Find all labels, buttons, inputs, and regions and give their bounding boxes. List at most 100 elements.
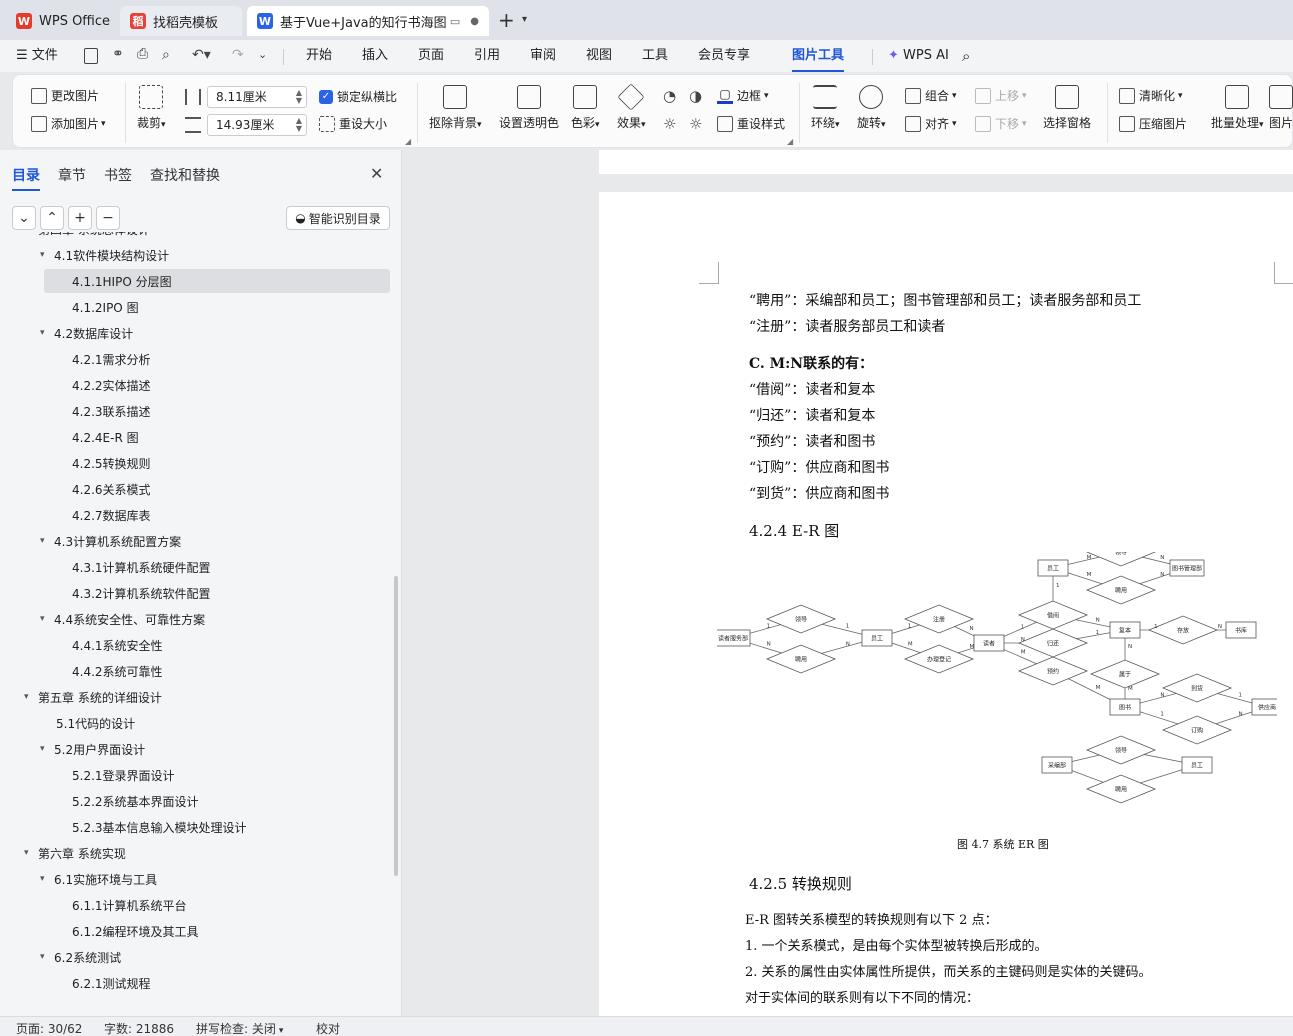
menu-page[interactable]: 页面 xyxy=(418,40,444,72)
sun-down-icon[interactable]: ☼ xyxy=(689,115,702,133)
toc-item[interactable]: 4.2.4E-R 图 xyxy=(0,424,395,450)
expand-dialog-icon[interactable]: ◢ xyxy=(787,137,793,146)
selection-pane-button[interactable]: 选择窗格 xyxy=(1043,85,1091,131)
redo-icon[interactable]: ↷ xyxy=(232,47,244,63)
change-picture-button[interactable]: 更改图片 xyxy=(31,87,99,104)
menu-references[interactable]: 引用 xyxy=(474,40,500,72)
document-page[interactable]: “聘用”：采编部和员工；图书管理部和员工；读者服务部和员工 “注册”：读者服务部… xyxy=(599,192,1293,1016)
print-icon[interactable]: ⎙ xyxy=(137,46,148,62)
close-icon[interactable]: ✕ xyxy=(370,164,383,183)
toc-item[interactable]: 5.1代码的设计 xyxy=(0,710,395,736)
toc-item[interactable]: 4.4.2系统可靠性 xyxy=(0,658,395,684)
set-transparent-button[interactable]: 设置透明色 xyxy=(499,85,559,131)
menu-review[interactable]: 审阅 xyxy=(530,40,556,72)
new-tab-icon[interactable]: + xyxy=(498,8,515,32)
picture-button[interactable]: 图片 xyxy=(1269,85,1293,131)
smart-toc-button[interactable]: ◒ 智能识别目录 xyxy=(286,206,390,230)
tab-chapters[interactable]: 章节 xyxy=(58,165,86,185)
tab-toc[interactable]: 目录 xyxy=(12,165,40,191)
save-icon[interactable] xyxy=(84,48,98,64)
toc-item[interactable]: 4.3.1计算机系统硬件配置 xyxy=(0,554,395,580)
tab-find-replace[interactable]: 查找和替换 xyxy=(150,165,220,185)
height-input[interactable]: 14.93厘米 ▲ ▼ xyxy=(207,114,307,136)
toc-item[interactable]: 5.2.3基本信息输入模块处理设计 xyxy=(0,814,395,840)
expand-triangle-icon[interactable]: ▾ xyxy=(40,250,54,260)
toc-item[interactable]: 6.2.1测试规程 xyxy=(0,970,395,996)
reset-size-button[interactable]: 重设大小 xyxy=(319,115,387,132)
menu-member[interactable]: 会员专享 xyxy=(698,40,750,72)
expand-dialog-icon[interactable]: ◢ xyxy=(405,137,411,146)
toc-item[interactable]: 4.4.1系统安全性 xyxy=(0,632,395,658)
expand-triangle-icon[interactable]: ▾ xyxy=(40,744,54,754)
word-count[interactable]: 字数: 21886 xyxy=(104,1020,174,1036)
menu-home[interactable]: 开始 xyxy=(306,40,332,72)
toc-item[interactable]: 5.2.1登录界面设计 xyxy=(0,762,395,788)
toc-item[interactable]: ▾ 4.1软件模块结构设计 xyxy=(0,242,395,268)
dot-icon[interactable]: ● xyxy=(470,16,479,27)
expand-triangle-icon[interactable]: ▾ xyxy=(24,232,38,234)
toc-item[interactable]: ▾ 4.2数据库设计 xyxy=(0,320,395,346)
toc-item[interactable]: 4.2.2实体描述 xyxy=(0,372,395,398)
align-button[interactable]: 对齐 ▾ xyxy=(905,115,957,132)
add-heading-button[interactable]: + xyxy=(68,206,92,230)
compress-picture-button[interactable]: 压缩图片 xyxy=(1119,115,1187,132)
expand-triangle-icon[interactable]: ▾ xyxy=(24,692,38,702)
color-button[interactable]: 色彩▾ xyxy=(571,85,600,131)
lock-ratio-checkbox[interactable]: ✓ 锁定纵横比 xyxy=(319,88,397,105)
menu-wps-ai[interactable]: ✦ WPS AI xyxy=(888,40,949,72)
menu-tools[interactable]: 工具 xyxy=(642,40,668,72)
add-picture-button[interactable]: 添加图片 ▾ xyxy=(31,115,106,132)
batch-process-button[interactable]: 批量处理▾ xyxy=(1211,85,1264,131)
tab-bookmarks[interactable]: 书签 xyxy=(104,165,132,185)
toc-item[interactable]: ▾ 6.2系统测试 xyxy=(0,944,395,970)
reset-style-button[interactable]: 重设样式 xyxy=(717,115,785,132)
send-backward-button[interactable]: 下移 ▾ xyxy=(975,115,1027,132)
page-count[interactable]: 页面: 30/62 xyxy=(16,1020,82,1036)
toc-item[interactable]: ▾ 4.4系统安全性、可靠性方案 xyxy=(0,606,395,632)
tab-wps-office[interactable]: W WPS Office xyxy=(6,6,114,36)
effect-button[interactable]: 效果▾ xyxy=(617,83,646,131)
toc-item[interactable]: 4.1.2IPO 图 xyxy=(0,294,395,320)
sun-up-icon[interactable]: ☼ xyxy=(663,115,676,133)
width-input[interactable]: 8.11厘米 ▲ ▼ xyxy=(207,86,307,108)
menu-insert[interactable]: 插入 xyxy=(362,40,388,72)
toc-item[interactable]: 4.2.6关系模式 xyxy=(0,476,395,502)
scrollbar-thumb[interactable] xyxy=(394,576,398,876)
spell-check-status[interactable]: 拼写检查: 关闭 ▾ xyxy=(196,1020,283,1036)
chevron-down-icon[interactable]: ▾ xyxy=(522,14,527,25)
expand-all-button[interactable]: ⌄ xyxy=(12,206,36,230)
menu-file[interactable]: ☰ 文件 xyxy=(16,40,58,72)
spinner-icon[interactable]: ▲ ▼ xyxy=(296,89,302,105)
bring-forward-button[interactable]: 上移 ▾ xyxy=(975,87,1027,104)
expand-triangle-icon[interactable]: ▾ xyxy=(40,536,54,546)
expand-triangle-icon[interactable]: ▾ xyxy=(24,848,38,858)
more-chevron-icon[interactable]: ⌄ xyxy=(258,48,267,61)
toc-item[interactable]: ▾ 6.1实施环境与工具 xyxy=(0,866,395,892)
remove-heading-button[interactable]: − xyxy=(96,206,120,230)
share-icon[interactable]: ⚭ xyxy=(112,46,124,62)
tab-docer[interactable]: 稻 找稻壳模板 xyxy=(120,6,242,36)
toc-item[interactable]: ▾ 第五章 系统的详细设计 xyxy=(0,684,395,710)
remove-background-button[interactable]: 抠除背景▾ xyxy=(429,85,482,131)
crop-button[interactable]: 裁剪▾ xyxy=(137,85,166,131)
toc-item[interactable]: 4.2.1需求分析 xyxy=(0,346,395,372)
toc-item[interactable]: 4.2.3联系描述 xyxy=(0,398,395,424)
expand-triangle-icon[interactable]: ▾ xyxy=(40,952,54,962)
collapse-all-button[interactable]: ⌃ xyxy=(40,206,64,230)
toc-item[interactable]: 4.3.2计算机系统软件配置 xyxy=(0,580,395,606)
proofread-button[interactable]: 校对 xyxy=(316,1020,340,1036)
toc-item[interactable]: 6.1.2编程环境及其工具 xyxy=(0,918,395,944)
undo-icon[interactable]: ↶▾ xyxy=(192,47,211,63)
menu-picture-tools[interactable]: 图片工具 xyxy=(792,40,845,72)
toc-item[interactable]: 5.2.2系统基本界面设计 xyxy=(0,788,395,814)
print-preview-icon[interactable]: ⌕ xyxy=(162,47,170,63)
search-icon[interactable]: ⌕ xyxy=(962,40,970,72)
toc-item[interactable]: ▾ 4.3计算机系统配置方案 xyxy=(0,528,395,554)
toc-item[interactable]: 4.2.5转换规则 xyxy=(0,450,395,476)
toc-item[interactable]: ▾第四章 系统总体设计 xyxy=(0,232,395,242)
brightness-icon[interactable]: ◑ xyxy=(689,87,702,105)
group-button[interactable]: 组合 ▾ xyxy=(905,87,957,104)
toc-item[interactable]: 6.1.1计算机系统平台 xyxy=(0,892,395,918)
expand-triangle-icon[interactable]: ▾ xyxy=(40,328,54,338)
contrast-icon[interactable]: ◔ xyxy=(663,87,676,105)
